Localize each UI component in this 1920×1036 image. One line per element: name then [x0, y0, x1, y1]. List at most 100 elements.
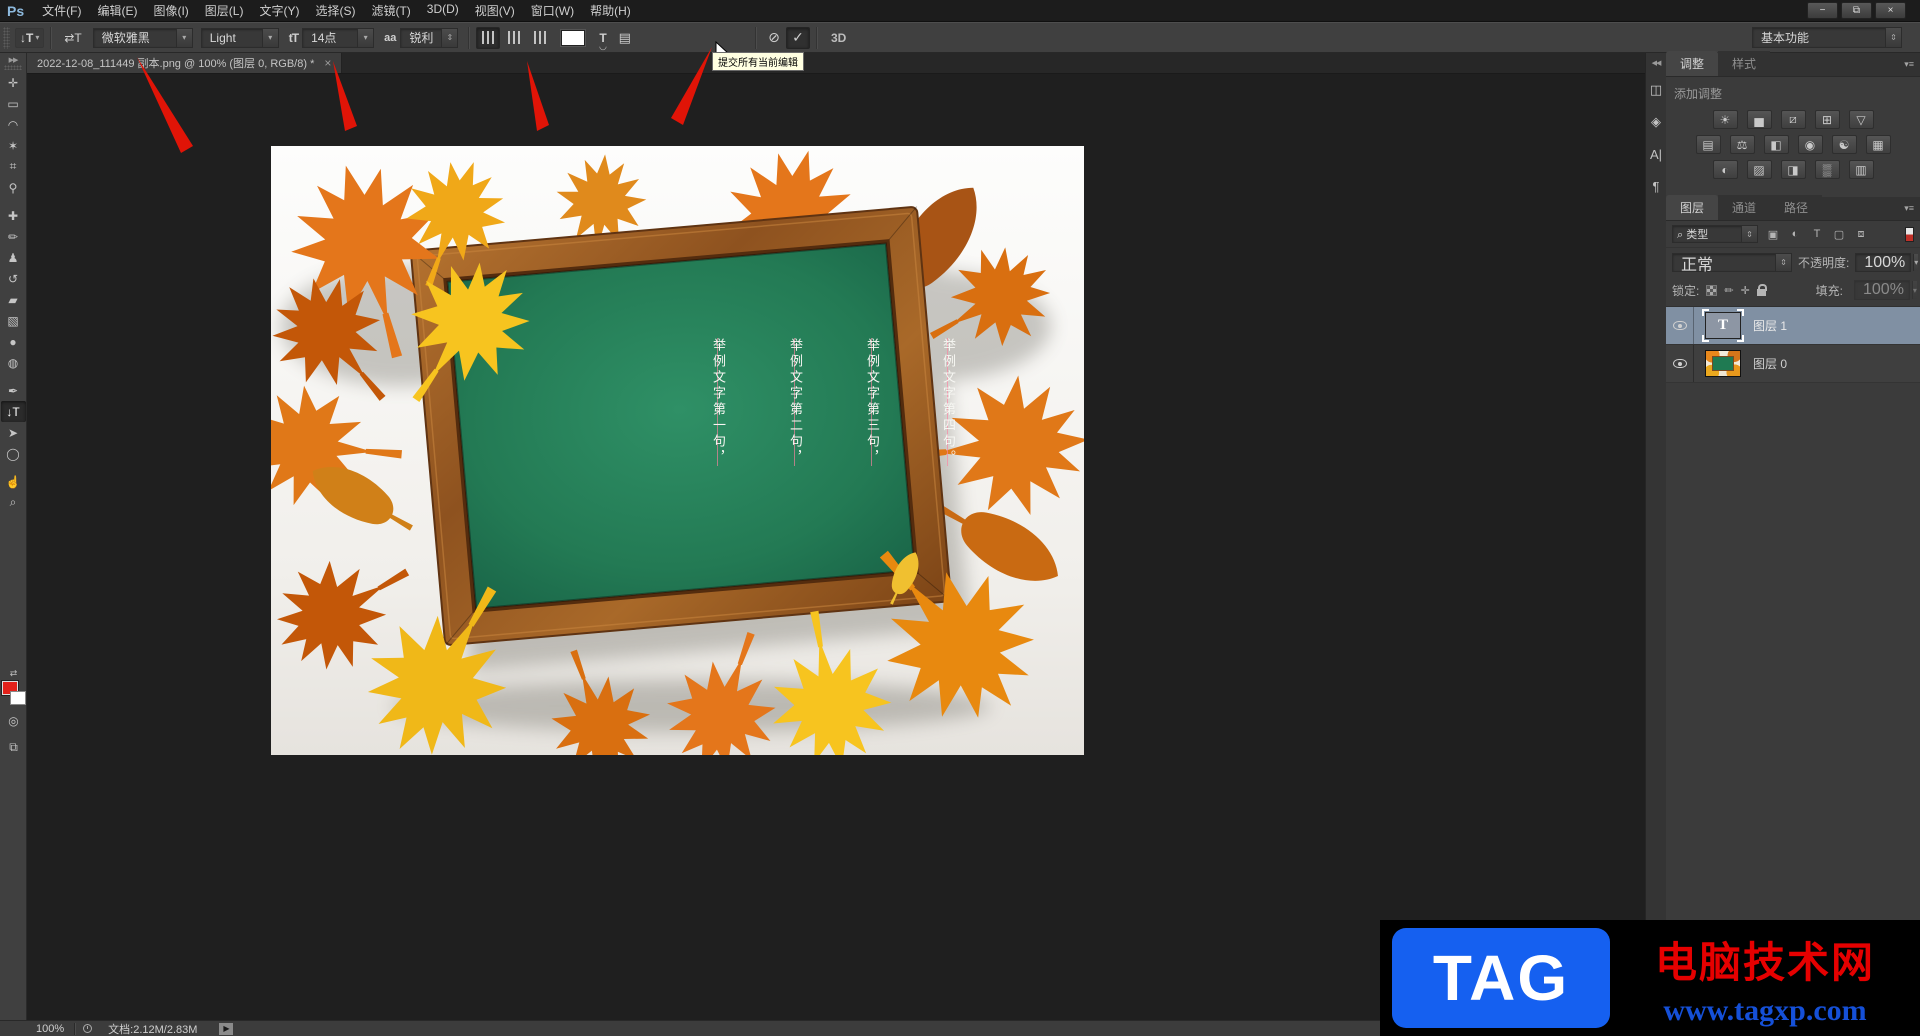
menu-item[interactable]: 选择(S) — [307, 0, 363, 22]
menu-item[interactable]: 窗口(W) — [523, 0, 582, 22]
blend-mode-select[interactable]: 正常 ⇕ — [1672, 253, 1792, 274]
panel-tab[interactable]: 通道 — [1718, 195, 1771, 220]
path-selection-tool[interactable]: ➤ — [1, 422, 26, 443]
align-top-button[interactable] — [476, 26, 501, 49]
eraser-tool[interactable]: ▰ — [1, 289, 26, 310]
dropdown-button[interactable]: ⇕ — [1741, 226, 1757, 242]
restore-button[interactable]: ⧉ — [1841, 2, 1872, 19]
vertical-text-column[interactable]: 举例文字第二句， — [786, 338, 804, 466]
text-orientation-toggle[interactable]: ⇄T — [59, 29, 86, 47]
menu-item[interactable]: 3D(D) — [419, 0, 467, 22]
hand-tool[interactable]: ☝ — [1, 471, 26, 492]
menu-item[interactable]: 帮助(H) — [582, 0, 639, 22]
menu-item[interactable]: 图像(I) — [145, 0, 196, 22]
collapse-dock-button[interactable]: ◀◀ — [1652, 53, 1662, 71]
pixel-filter-icon[interactable]: ▣ — [1763, 226, 1783, 243]
smart-object-filter-icon[interactable]: ⧈ — [1851, 226, 1871, 243]
clone-stamp-tool[interactable]: ♟ — [1, 247, 26, 268]
3d-panel-icon[interactable]: ◈ — [1647, 109, 1666, 135]
vertical-text-column[interactable]: 举例文字第四句。 — [939, 338, 957, 466]
menu-item[interactable]: 视图(V) — [467, 0, 523, 22]
visibility-toggle[interactable] — [1666, 345, 1694, 382]
dropdown-button[interactable]: ▾ — [1911, 281, 1917, 299]
panel-menu-icon[interactable]: ▾≡ — [1904, 59, 1914, 70]
document-canvas[interactable]: 举例文字第一句， 举例文字第二句， 举例文字第三句， 举例文字第四句。 — [271, 146, 1084, 755]
lock-paint-button[interactable]: ✏ — [1724, 284, 1733, 297]
levels-icon[interactable]: ▅ — [1746, 110, 1772, 129]
lasso-tool[interactable]: ◠ — [1, 114, 26, 135]
healing-brush-tool[interactable]: ✚ — [1, 205, 26, 226]
crop-tool[interactable]: ⌗ — [1, 156, 26, 177]
quick-mask-button[interactable]: ◎ — [1, 711, 26, 731]
layer-name[interactable]: 图层 1 — [1753, 317, 1787, 334]
paragraph-panel-icon[interactable]: ¶ — [1647, 173, 1666, 199]
dropdown-button[interactable]: ⇕ — [441, 28, 458, 47]
filter-type-select[interactable]: ⌕ 类型 ⇕ — [1672, 225, 1758, 243]
visibility-toggle[interactable] — [1666, 307, 1694, 344]
document-tab[interactable]: 2022-12-08_111449 副本.png @ 100% (图层 0, R… — [27, 53, 343, 73]
panel-tab[interactable]: 图层 — [1666, 195, 1719, 220]
dropdown-button[interactable]: ▾ — [357, 28, 374, 47]
panel-tab[interactable]: 调整 — [1666, 51, 1719, 76]
posterize-icon[interactable]: ▨ — [1746, 160, 1772, 179]
minimize-button[interactable]: − — [1807, 2, 1838, 19]
menu-item[interactable]: 编辑(E) — [89, 0, 145, 22]
status-expand-button[interactable]: ▶ — [219, 1022, 234, 1035]
screen-mode-button[interactable]: ⧉ — [1, 737, 26, 757]
fill-select[interactable]: 100% ▾ — [1854, 280, 1917, 300]
lock-position-button[interactable]: ✛ — [1741, 284, 1750, 297]
curves-icon[interactable]: ⧄ — [1780, 110, 1806, 129]
adjustment-filter-icon[interactable]: ◐ — [1785, 226, 1805, 243]
vertical-type-tool[interactable]: ↓T — [0, 401, 26, 422]
menu-item[interactable]: 文件(F) — [34, 0, 89, 22]
history-panel-icon[interactable]: ◫ — [1647, 77, 1666, 103]
ellipse-tool[interactable]: ◯ — [1, 443, 26, 464]
character-panel-icon[interactable]: A| — [1647, 141, 1666, 167]
vertical-text-column[interactable]: 举例文字第三句， — [863, 338, 881, 466]
zoom-tool[interactable]: ⌕ — [1, 492, 26, 513]
black-white-icon[interactable]: ◧ — [1763, 135, 1789, 154]
close-button[interactable]: × — [1875, 2, 1906, 19]
swap-colors-icon[interactable]: ⇄ — [10, 668, 18, 679]
color-balance-icon[interactable]: ⚖ — [1729, 135, 1755, 154]
3d-button[interactable]: 3D — [823, 31, 854, 45]
eyedropper-tool[interactable]: ⚲ — [1, 177, 26, 198]
collapse-toolbar-button[interactable]: ▶▶ — [9, 53, 19, 65]
align-center-button[interactable] — [502, 27, 526, 49]
font-family-select[interactable]: 微软雅黑 ▾ — [92, 27, 193, 48]
panel-tab[interactable]: 样式 — [1718, 51, 1771, 76]
threshold-icon[interactable]: ◨ — [1780, 160, 1806, 179]
panel-menu-icon[interactable]: ▾≡ — [1904, 203, 1914, 214]
layer-row-text[interactable]: T 图层 1 — [1666, 307, 1920, 345]
panel-tab[interactable]: 路径 — [1770, 195, 1823, 220]
text-color-swatch[interactable] — [561, 29, 586, 46]
image-layer-thumbnail[interactable] — [1705, 350, 1741, 377]
toggle-panels-button[interactable]: ▤ — [613, 30, 637, 46]
move-tool[interactable]: ✛ — [1, 72, 26, 93]
menu-item[interactable]: 滤镜(T) — [363, 0, 418, 22]
opacity-select[interactable]: 100% ▾ — [1855, 253, 1919, 272]
vibrance-icon[interactable]: ▽ — [1848, 110, 1874, 129]
dropdown-button[interactable]: ▾ — [1913, 254, 1919, 271]
channel-mixer-icon[interactable]: ☯ — [1831, 135, 1857, 154]
magic-wand-tool[interactable]: ✶ — [1, 135, 26, 156]
dodge-tool[interactable]: ◍ — [1, 352, 26, 373]
gradient-tool[interactable]: ▧ — [1, 310, 26, 331]
menu-item[interactable]: 图层(L) — [197, 0, 252, 22]
dropdown-button[interactable]: ▾ — [175, 28, 192, 47]
pen-tool[interactable]: ✒ — [1, 380, 26, 401]
align-bottom-button[interactable] — [528, 27, 552, 49]
brush-tool[interactable]: ✏ — [1, 226, 26, 247]
dropdown-button[interactable]: ▾ — [261, 28, 278, 47]
gradient-map-icon[interactable]: ▒ — [1814, 160, 1840, 179]
commit-edits-button[interactable]: ✓ — [785, 26, 810, 49]
photo-filter-icon[interactable]: ◉ — [1797, 135, 1823, 154]
workspace-select[interactable]: 基本功能 ⇕ — [1752, 27, 1902, 48]
layer-thumbnail[interactable]: T — [1702, 309, 1744, 342]
font-style-select[interactable]: Light ▾ — [200, 27, 279, 48]
cancel-edits-button[interactable]: ⊘ — [762, 27, 786, 49]
vertical-text-column[interactable]: 举例文字第一句， — [709, 338, 727, 466]
vertical-type-layer[interactable]: 举例文字第一句， 举例文字第二句， 举例文字第三句， 举例文字第四句。 — [271, 146, 1084, 755]
marquee-tool[interactable]: ▭ — [1, 93, 26, 114]
menu-item[interactable]: 文字(Y) — [251, 0, 307, 22]
